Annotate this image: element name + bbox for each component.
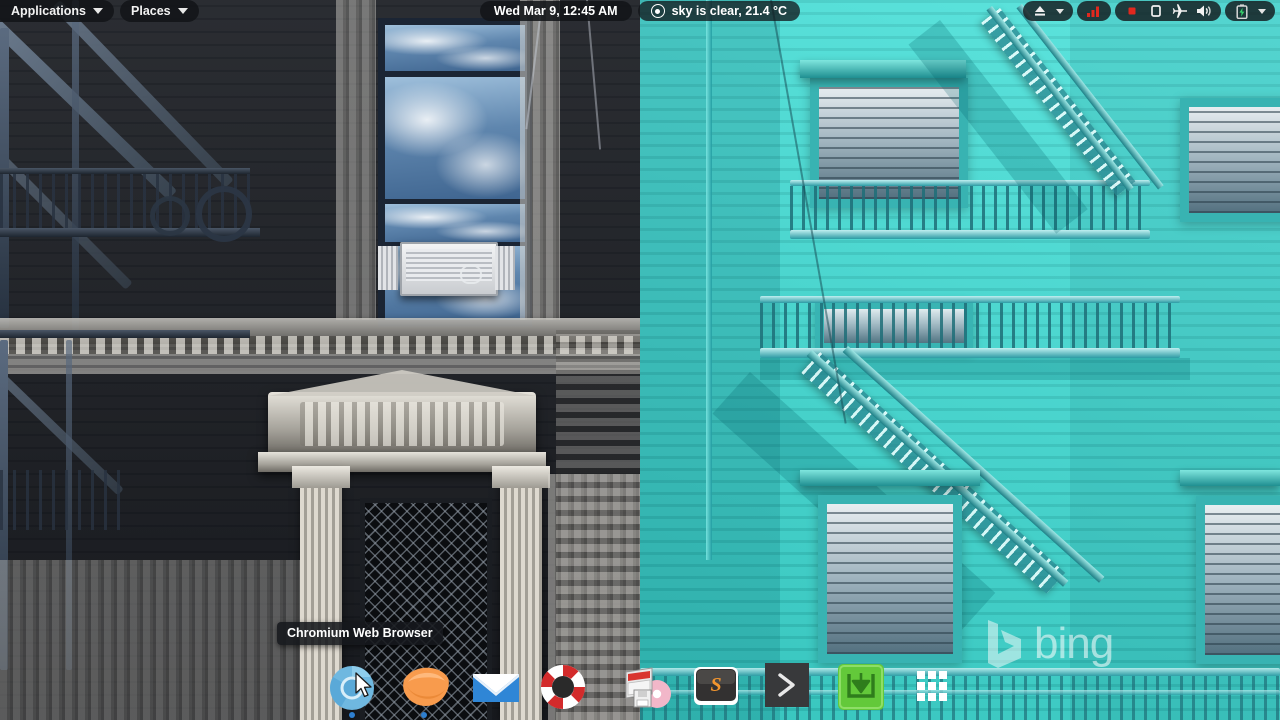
wallpaper-air-conditioner [400, 242, 498, 296]
tray-network-group[interactable] [1077, 1, 1111, 21]
clear-sky-icon [650, 4, 665, 18]
eject-dropdown-icon[interactable] [1056, 8, 1064, 14]
dock-item-brasero-disc-burner[interactable] [622, 662, 674, 714]
wallpaper-teal-window-lowerright [1196, 496, 1280, 664]
menu-places-label: Places [131, 4, 171, 18]
dock-item-help-browser[interactable] [538, 662, 590, 714]
recording-indicator-icon[interactable] [1124, 3, 1140, 19]
running-indicator [349, 712, 355, 718]
terminal-prompt-icon [765, 663, 809, 707]
wallpaper-teal-window-topright [1180, 98, 1280, 222]
chevron-down-icon [177, 8, 188, 14]
sublime-text-icon: S [694, 667, 738, 705]
clock-widget[interactable]: Wed Mar 9, 12:45 AM [479, 1, 632, 21]
desktop-screen: bing Applications Places Wed Mar 9, 12:4… [0, 0, 1280, 720]
dock-item-show-applications[interactable] [908, 662, 960, 714]
tray-system-group[interactable] [1115, 1, 1221, 21]
dock-item-chromium-web-browser[interactable] [326, 662, 378, 718]
weather-widget[interactable]: sky is clear, 21.4 °C [637, 1, 801, 21]
tray-eject-group[interactable] [1023, 1, 1073, 21]
wallpaper-ornamental-frieze [300, 402, 504, 446]
dock-item-mail-client[interactable] [470, 662, 522, 714]
display-icon[interactable] [1148, 3, 1164, 19]
dock-item-download-manager[interactable] [836, 662, 888, 714]
menu-applications[interactable]: Applications [0, 0, 115, 22]
menu-places[interactable]: Places [120, 0, 199, 22]
dock-item-clementine-music-player[interactable] [398, 662, 450, 718]
panel-menus: Applications Places [0, 0, 199, 22]
eject-icon[interactable] [1032, 3, 1048, 19]
panel-tray [1019, 0, 1280, 22]
clementine-icon [403, 667, 449, 706]
menu-applications-label: Applications [11, 4, 87, 18]
battery-charging-icon[interactable] [1234, 3, 1250, 19]
running-indicator [421, 712, 427, 718]
airplane-mode-icon[interactable] [1172, 3, 1188, 19]
wallpaper-left-building [0, 0, 640, 720]
desktop-wallpaper: bing [0, 0, 1280, 720]
lifebuoy-icon [540, 664, 586, 710]
chromium-icon [330, 666, 374, 710]
system-menu-dropdown-icon[interactable] [1258, 8, 1266, 14]
wallpaper-ironwork-scroll [196, 186, 252, 242]
network-signal-icon[interactable] [1086, 3, 1102, 19]
dock-item-sublime-text[interactable]: S [692, 662, 744, 714]
tray-power-group[interactable] [1225, 1, 1275, 21]
wallpaper-ac-vent-left [378, 246, 398, 290]
chevron-down-icon [93, 8, 104, 14]
wallpaper-dentil-molding [0, 336, 640, 354]
download-arrow-icon [838, 664, 884, 710]
dock-tooltip: Chromium Web Browser [277, 622, 443, 645]
dock-item-terminal[interactable] [764, 662, 816, 714]
wallpaper-teal-window-lower [818, 495, 962, 663]
weather-label: sky is clear, 21.4 °C [671, 4, 788, 18]
wallpaper-downspout [706, 0, 712, 560]
app-grid-icon [917, 671, 947, 701]
envelope-icon [473, 674, 519, 702]
disc-burner-icon [625, 667, 671, 708]
top-panel: Applications Places Wed Mar 9, 12:45 AM … [0, 0, 1280, 22]
wallpaper-ac-vent-right [495, 246, 515, 290]
wallpaper-right-building [640, 0, 1280, 720]
svg-text:S: S [710, 674, 721, 696]
volume-icon[interactable] [1196, 3, 1212, 19]
dock: S [0, 648, 1280, 720]
